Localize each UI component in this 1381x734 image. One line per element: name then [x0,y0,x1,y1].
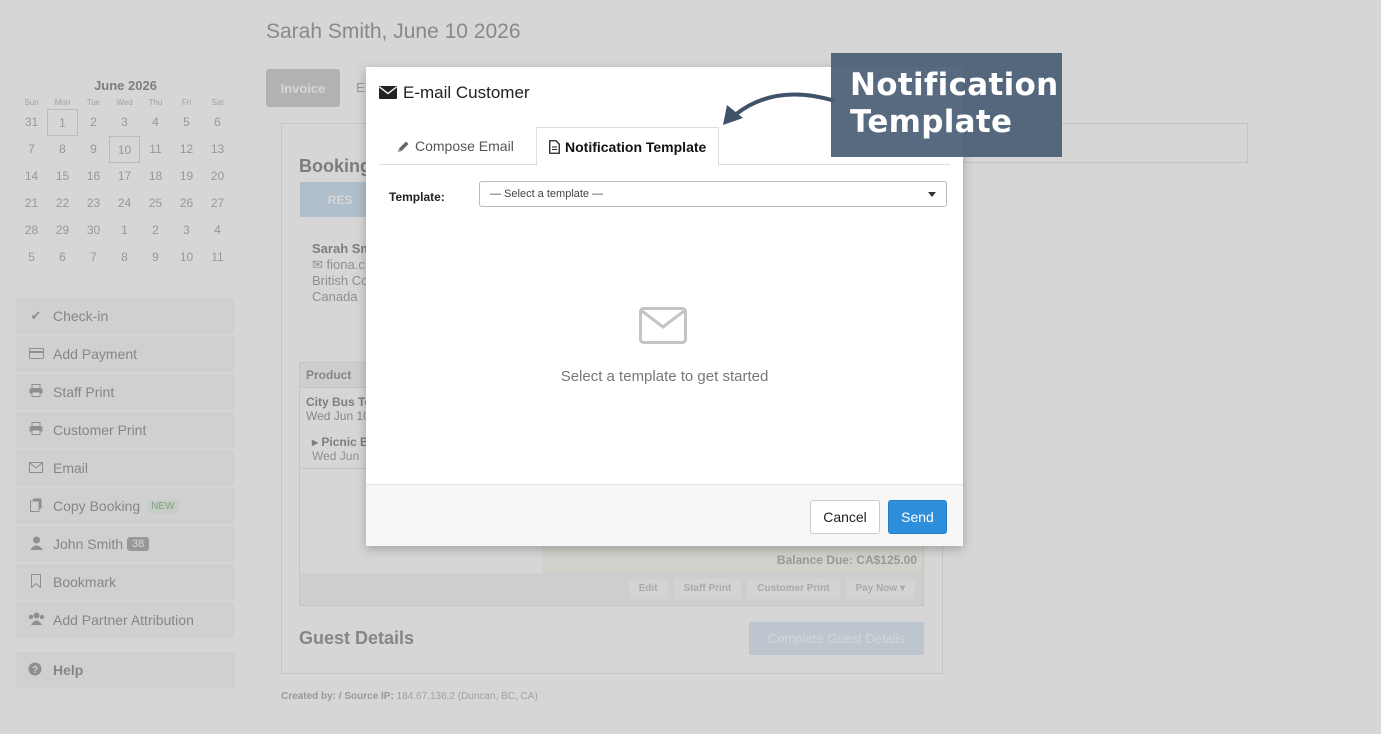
template-select[interactable]: — Select a template — [479,181,947,207]
envelope-icon [639,307,687,349]
modal-footer: Cancel Send [366,484,963,546]
send-button[interactable]: Send [888,500,947,534]
template-label: Template: [389,190,445,204]
template-select-value: — Select a template — [490,188,604,200]
annotation-callout: Notification Template [831,53,1062,157]
tab-label: Notification Template [565,138,707,155]
caret-down-icon [928,192,936,197]
cancel-button[interactable]: Cancel [810,500,880,534]
tab-label: Compose Email [415,138,514,154]
callout-line: Template [850,104,1013,140]
tab-notification-template[interactable]: Notification Template [536,127,720,166]
callout-arrow-icon [723,92,836,125]
callout-line: Notification [850,67,1059,103]
modal-title: E-mail Customer [403,82,530,102]
document-icon [549,139,560,154]
envelope-icon [379,86,397,99]
pencil-icon [397,140,410,153]
tab-compose-email[interactable]: Compose Email [385,127,526,165]
empty-state-text: Select a template to get started [560,368,769,385]
